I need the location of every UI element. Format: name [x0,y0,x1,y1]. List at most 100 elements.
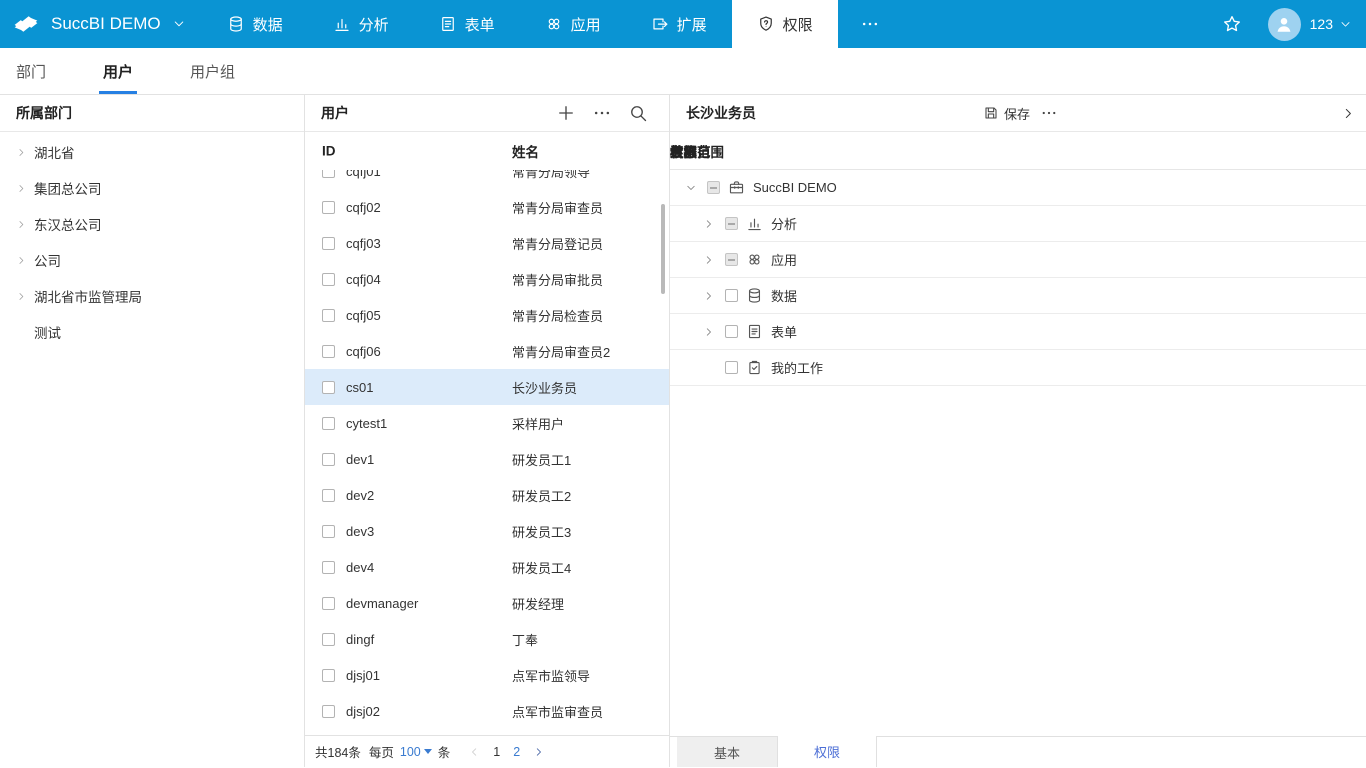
save-button[interactable]: 保存 [983,104,1030,123]
row-checkbox[interactable] [322,272,335,286]
permission-checkbox[interactable] [707,181,720,194]
row-checkbox[interactable] [322,236,335,250]
row-checkbox[interactable] [322,596,335,610]
permission-tree-row[interactable]: 分析 [670,206,1366,242]
detail-panel: 长沙业务员 保存 名称 权限 数据范围 继承自 SuccBI DEMO 分析 应… [670,95,1366,767]
table-row[interactable]: dev2 研发员工2 [305,477,669,513]
table-row[interactable]: djsj02 点军市监审查员 [305,693,669,729]
expand-chevron-icon[interactable] [16,327,34,338]
department-tree-item[interactable]: 湖北省 [0,134,304,170]
expand-chevron-icon[interactable] [16,147,34,158]
expand-chevron-icon[interactable] [703,290,717,302]
row-checkbox[interactable] [322,416,335,430]
more-icon[interactable] [592,103,612,123]
user-name: 点军市监审查员 [512,704,604,720]
top-nav-item[interactable]: 扩展 [626,0,732,48]
nav-more-button[interactable] [838,0,902,48]
table-row[interactable]: cqfj05 常青分局检查员 [305,297,669,333]
row-checkbox[interactable] [322,170,335,178]
table-row[interactable]: djsj01 点军市监领导 [305,657,669,693]
table-row[interactable]: dev4 研发员工4 [305,549,669,585]
expand-chevron-icon[interactable] [703,218,717,230]
department-tree-item[interactable]: 集团总公司 [0,170,304,206]
page-number[interactable]: 2 [513,745,520,759]
module-tab[interactable]: 用户 [99,48,138,94]
top-nav-item[interactable]: 应用 [520,0,626,48]
row-checkbox[interactable] [322,452,335,466]
table-row[interactable]: cs01 长沙业务员 [305,369,669,405]
row-checkbox[interactable] [322,632,335,646]
bottom-tab[interactable]: 权限 [777,736,877,767]
department-tree-item[interactable]: 东汉总公司 [0,206,304,242]
row-checkbox[interactable] [322,560,335,574]
permission-checkbox[interactable] [725,217,738,230]
permission-checkbox[interactable] [725,325,738,338]
row-checkbox[interactable] [322,200,335,214]
row-checkbox[interactable] [322,488,335,502]
expand-chevron-icon[interactable] [16,219,34,230]
per-page-select[interactable]: 100 [400,745,432,759]
top-nav-item[interactable]: 数据 [202,0,308,48]
permission-tree-row[interactable]: 数据 [670,278,1366,314]
row-checkbox[interactable] [322,524,335,538]
table-row[interactable]: devmanager 研发经理 [305,585,669,621]
user-menu-chevron-icon[interactable] [1339,18,1352,31]
module-tab-label: 用户组 [190,63,236,81]
permission-checkbox[interactable] [725,289,738,302]
expand-chevron-icon[interactable] [703,326,717,338]
user-avatar[interactable] [1267,7,1301,41]
chevron-right-icon[interactable] [1341,106,1356,121]
scrollbar-thumb[interactable] [661,204,665,294]
department-tree-item[interactable]: 测试 [0,314,304,350]
column-header-id[interactable]: ID [322,144,336,159]
row-checkbox[interactable] [322,308,335,322]
department-tree-item[interactable]: 湖北省市监管理局 [0,278,304,314]
row-checkbox[interactable] [322,668,335,682]
table-row[interactable]: dev1 研发员工1 [305,441,669,477]
expand-chevron-icon[interactable] [16,183,34,194]
brand-menu[interactable]: SuccBI DEMO [0,0,202,48]
table-row[interactable]: cqfj02 常青分局审查员 [305,189,669,225]
expand-chevron-icon[interactable] [16,291,34,302]
module-tab[interactable]: 部门 [16,48,46,94]
permission-checkbox[interactable] [725,361,738,374]
top-nav-item[interactable]: 权限 [731,0,838,48]
row-checkbox[interactable] [322,344,335,358]
expand-chevron-icon[interactable] [703,362,717,374]
prev-page-button[interactable] [468,746,480,758]
user-name: 常青分局审查员 [512,200,604,216]
bottom-tab[interactable]: 基本 [677,737,777,767]
favorite-star-icon[interactable] [1222,14,1242,34]
expand-chevron-icon[interactable] [16,255,34,266]
top-nav-item[interactable]: 分析 [308,0,414,48]
department-tree-item[interactable]: 公司 [0,242,304,278]
table-row[interactable]: dingf 丁奉 [305,621,669,657]
permission-tree-row[interactable]: SuccBI DEMO [670,170,1366,206]
more-icon[interactable] [1040,104,1058,122]
permission-tree-row[interactable]: 我的工作 [670,350,1366,386]
table-row[interactable]: dev3 研发员工3 [305,513,669,549]
table-row[interactable]: cytest1 采样用户 [305,405,669,441]
page-number[interactable]: 1 [493,745,500,759]
row-checkbox[interactable] [322,704,335,718]
table-row[interactable]: cqfj03 常青分局登记员 [305,225,669,261]
permission-tree-row[interactable]: 表单 [670,314,1366,350]
department-label: 湖北省市监管理局 [34,290,142,305]
next-page-button[interactable] [533,746,545,758]
department-label: 集团总公司 [34,182,102,197]
module-tab[interactable]: 用户组 [190,48,235,94]
permission-checkbox[interactable] [725,253,738,266]
table-row[interactable]: cqfj04 常青分局审批员 [305,261,669,297]
topnav-right: 123 [1222,0,1366,48]
search-icon[interactable] [628,103,648,123]
permission-tree-row[interactable]: 应用 [670,242,1366,278]
table-row[interactable]: cqfj01 常青分局领导 [305,170,669,189]
top-nav-item[interactable]: 表单 [414,0,520,48]
expand-chevron-icon[interactable] [685,182,699,194]
column-header-name[interactable]: 姓名 [512,141,539,161]
plus-icon[interactable] [556,103,576,123]
table-row[interactable]: cqfj06 常青分局审查员2 [305,333,669,369]
row-checkbox[interactable] [322,380,335,394]
expand-chevron-icon[interactable] [703,254,717,266]
per-page-value: 100 [399,744,421,759]
